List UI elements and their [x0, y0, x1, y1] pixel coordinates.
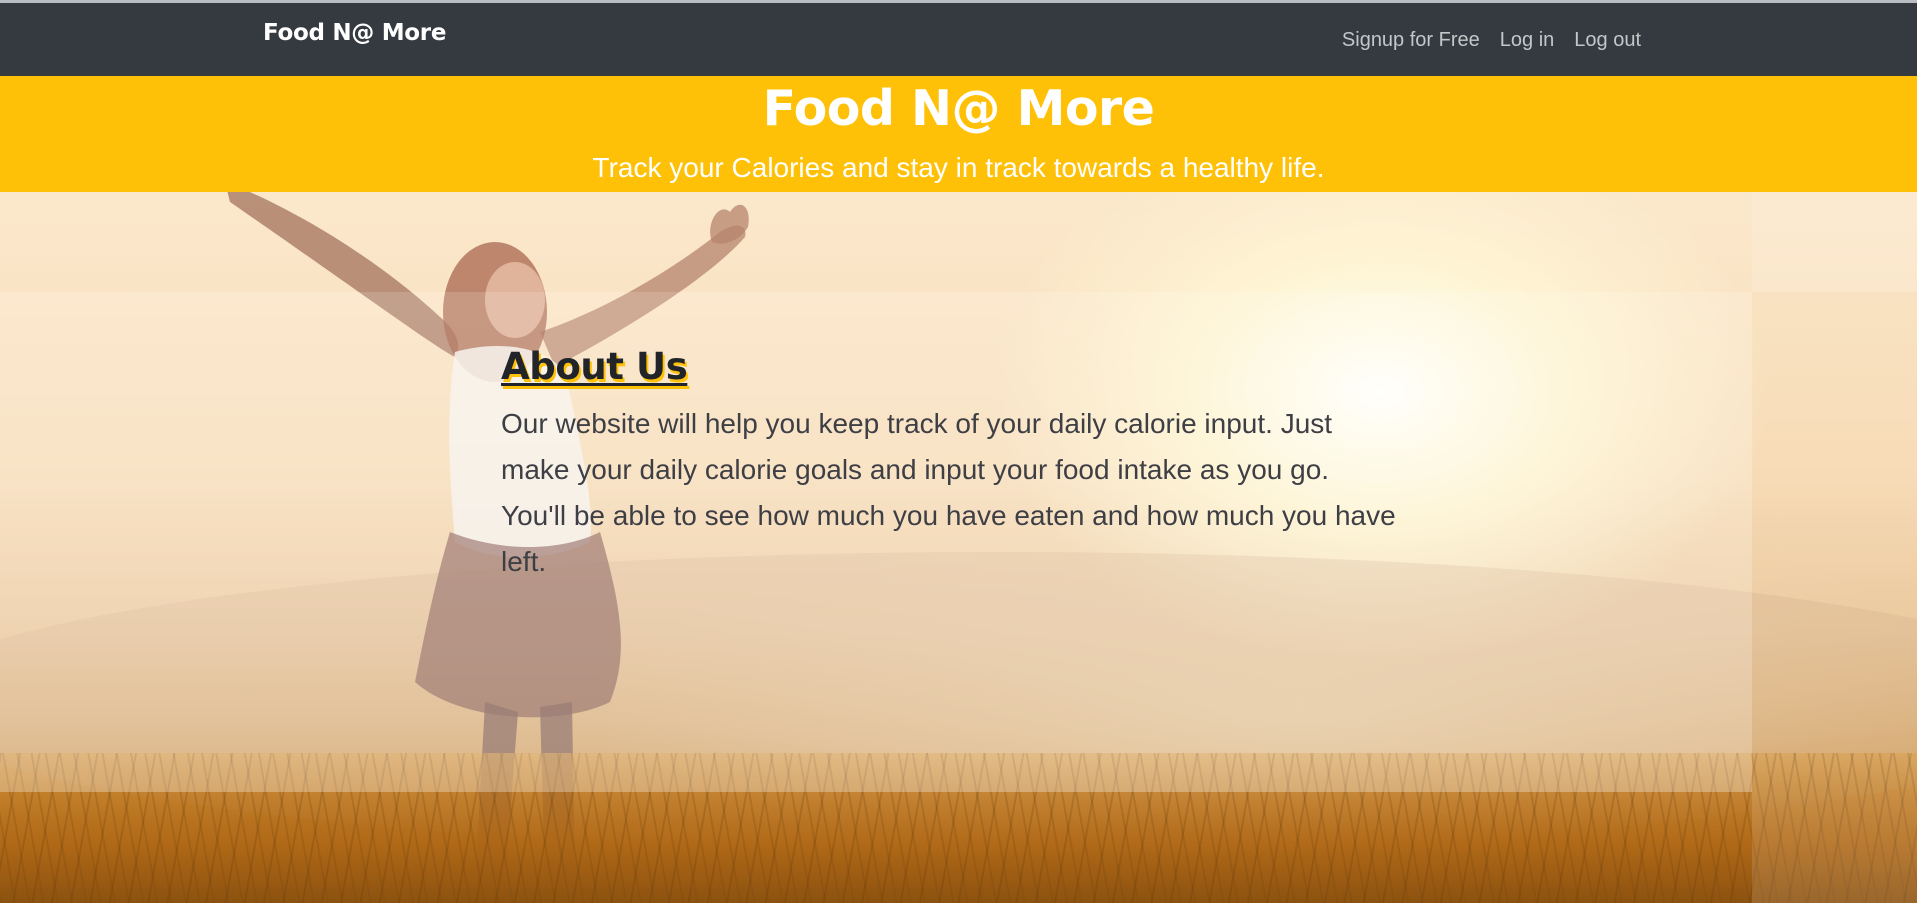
page: Food N@ More Signup for Free Log in Log …: [0, 0, 1917, 903]
hero-subtitle: Track your Calories and stay in track to…: [592, 152, 1325, 183]
nav-link-logout[interactable]: Log out: [1574, 29, 1641, 52]
brand-link[interactable]: Food N@ More: [263, 20, 446, 46]
overlay-top: [0, 192, 1917, 292]
nav-links: Signup for Free Log in Log out: [1342, 29, 1641, 52]
overlay-right: [1752, 192, 1917, 903]
navbar: Food N@ More Signup for Free Log in Log …: [0, 3, 1917, 76]
nav-link-login[interactable]: Log in: [1500, 29, 1555, 52]
nav-link-signup[interactable]: Signup for Free: [1342, 29, 1480, 52]
hero-title: Food N@ More: [762, 80, 1155, 137]
about-text: Our website will help you keep track of …: [501, 408, 1396, 577]
hero-banner: Food N@ More Track your Calories and sta…: [0, 76, 1917, 192]
about-heading: About Us: [501, 345, 688, 388]
